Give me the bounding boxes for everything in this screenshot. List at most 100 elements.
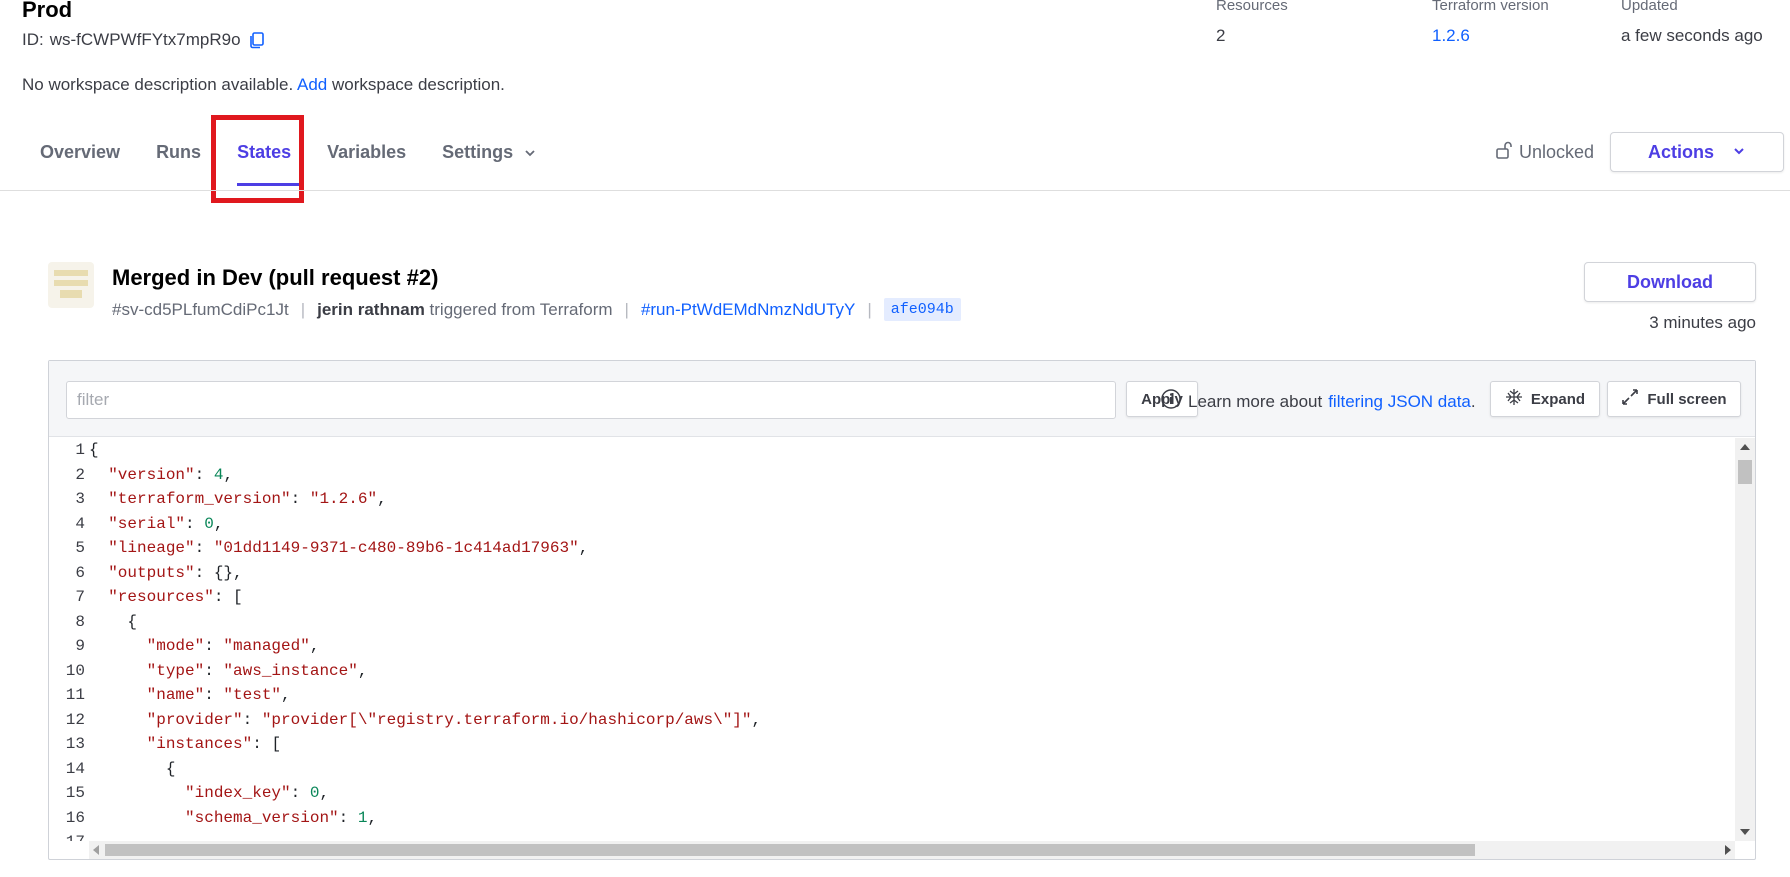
learn-more-suffix: . bbox=[1470, 391, 1476, 411]
json-sep: : bbox=[290, 784, 310, 802]
json-trail: { bbox=[127, 612, 138, 631]
json-sep: : bbox=[194, 563, 214, 582]
json-sep: : bbox=[185, 514, 205, 533]
json-key: "instances" bbox=[146, 735, 253, 753]
filter-input[interactable] bbox=[66, 381, 1116, 419]
filtering-json-link[interactable]: filtering JSON data bbox=[1328, 392, 1471, 412]
code-line: 13 "instances": [ bbox=[49, 732, 1735, 757]
terraform-version-link[interactable]: 1.2.6 bbox=[1432, 26, 1549, 46]
line-number: 10 bbox=[65, 661, 85, 680]
code-content bbox=[89, 830, 185, 841]
line-number: 14 bbox=[65, 759, 85, 778]
scrollbar-thumb[interactable] bbox=[1738, 460, 1752, 484]
tab-variables[interactable]: Variables bbox=[309, 118, 424, 190]
updated-meta: Updated a few seconds ago bbox=[1621, 0, 1763, 46]
json-sep: : bbox=[204, 686, 224, 704]
copy-icon[interactable] bbox=[247, 30, 267, 50]
info-icon bbox=[1160, 388, 1182, 415]
state-timestamp: 3 minutes ago bbox=[1649, 313, 1756, 332]
separator: | bbox=[867, 299, 872, 319]
json-val: "test" bbox=[223, 686, 282, 704]
separator: | bbox=[624, 299, 629, 319]
scroll-up-icon[interactable] bbox=[1740, 444, 1750, 450]
scroll-left-icon[interactable] bbox=[93, 845, 99, 855]
line-number: 9 bbox=[75, 637, 85, 655]
line-number: 7 bbox=[75, 588, 85, 606]
code-line: 14 { bbox=[49, 757, 1735, 782]
code-line: 2 "version": 4, bbox=[49, 463, 1735, 488]
description-suffix: workspace description. bbox=[331, 75, 505, 94]
unlock-icon bbox=[1495, 140, 1513, 165]
json-trail: , bbox=[223, 465, 234, 484]
json-key: "outputs" bbox=[108, 563, 195, 582]
viewer-toolbar: Apply Learn more about filtering JSON da… bbox=[49, 361, 1755, 437]
actions-button[interactable]: Actions bbox=[1610, 132, 1784, 172]
json-key: "type" bbox=[146, 661, 205, 680]
json-val: 0 bbox=[309, 784, 320, 802]
json-val: "aws_instance" bbox=[223, 661, 358, 680]
json-code-area[interactable]: 1{2 "version": 4, 3 "terraform_version": … bbox=[49, 438, 1735, 841]
json-trail: {}, bbox=[213, 563, 243, 582]
line-number: 1 bbox=[75, 441, 85, 459]
tab-settings[interactable]: Settings bbox=[424, 118, 555, 190]
scroll-down-icon[interactable] bbox=[1740, 829, 1750, 835]
tab-runs[interactable]: Runs bbox=[138, 118, 219, 190]
fullscreen-button[interactable]: Full screen bbox=[1607, 381, 1741, 417]
commit-sha-link[interactable]: afe094b bbox=[883, 298, 961, 321]
json-sep: : bbox=[252, 735, 272, 753]
learn-more-text: Learn more about bbox=[1188, 391, 1323, 411]
json-val: "01dd1149-9371-c480-89b6-1c414ad17963" bbox=[213, 539, 579, 557]
scroll-right-icon[interactable] bbox=[1725, 845, 1731, 855]
json-sep: : bbox=[213, 588, 234, 606]
code-content: "provider": "provider[\"registry.terrafo… bbox=[89, 708, 762, 733]
line-number: 2 bbox=[75, 465, 85, 484]
json-trail: [ bbox=[233, 588, 243, 606]
expand-button[interactable]: Expand bbox=[1490, 381, 1600, 417]
tab-states[interactable]: States bbox=[219, 118, 309, 190]
code-content: "index_key": 0, bbox=[89, 781, 329, 806]
json-trail: , bbox=[213, 514, 224, 533]
fullscreen-label: Full screen bbox=[1647, 390, 1727, 408]
add-description-link[interactable]: Add bbox=[297, 75, 327, 94]
horizontal-scrollbar[interactable] bbox=[89, 841, 1735, 859]
json-trail: , bbox=[578, 539, 589, 557]
workspace-id-value: ws-fCWPWfFYtx7mpR9o bbox=[49, 30, 241, 49]
code-line: 8 { bbox=[49, 610, 1735, 635]
json-key: "version" bbox=[108, 465, 195, 484]
code-content: "schema_version": 1, bbox=[89, 806, 377, 831]
json-sep: : bbox=[194, 465, 214, 484]
json-trail: { bbox=[165, 759, 176, 778]
resources-value: 2 bbox=[1216, 26, 1226, 45]
code-content: "resources": [ bbox=[89, 585, 243, 610]
run-link[interactable]: #run-PtWdEMdNmzNdUTyY bbox=[641, 300, 855, 320]
line-number: 8 bbox=[75, 612, 85, 631]
code-content: "outputs": {}, bbox=[89, 561, 243, 586]
vertical-scrollbar[interactable] bbox=[1735, 438, 1755, 841]
code-line: 11 "name": "test", bbox=[49, 683, 1735, 708]
learn-more: Learn more about filtering JSON data. bbox=[1160, 388, 1476, 415]
lock-status[interactable]: Unlocked bbox=[1495, 140, 1594, 165]
description-text: No workspace description available. bbox=[22, 75, 294, 94]
json-val: "provider[\"registry.terraform.io/hashic… bbox=[261, 710, 752, 729]
scrollbar-thumb[interactable] bbox=[105, 844, 1475, 856]
json-trail: { bbox=[89, 441, 99, 459]
json-trail: , bbox=[377, 490, 387, 508]
code-line: 4 "serial": 0, bbox=[49, 512, 1735, 537]
code-content: { bbox=[89, 438, 99, 463]
expand-label: Expand bbox=[1530, 390, 1586, 408]
code-content: "type": "aws_instance", bbox=[89, 659, 368, 684]
json-val: 1 bbox=[357, 808, 368, 827]
json-val: 4 bbox=[213, 465, 224, 484]
expand-icon bbox=[1505, 388, 1523, 410]
json-trail: , bbox=[751, 710, 762, 729]
download-button[interactable]: Download bbox=[1584, 262, 1756, 302]
tab-overview[interactable]: Overview bbox=[22, 118, 138, 190]
